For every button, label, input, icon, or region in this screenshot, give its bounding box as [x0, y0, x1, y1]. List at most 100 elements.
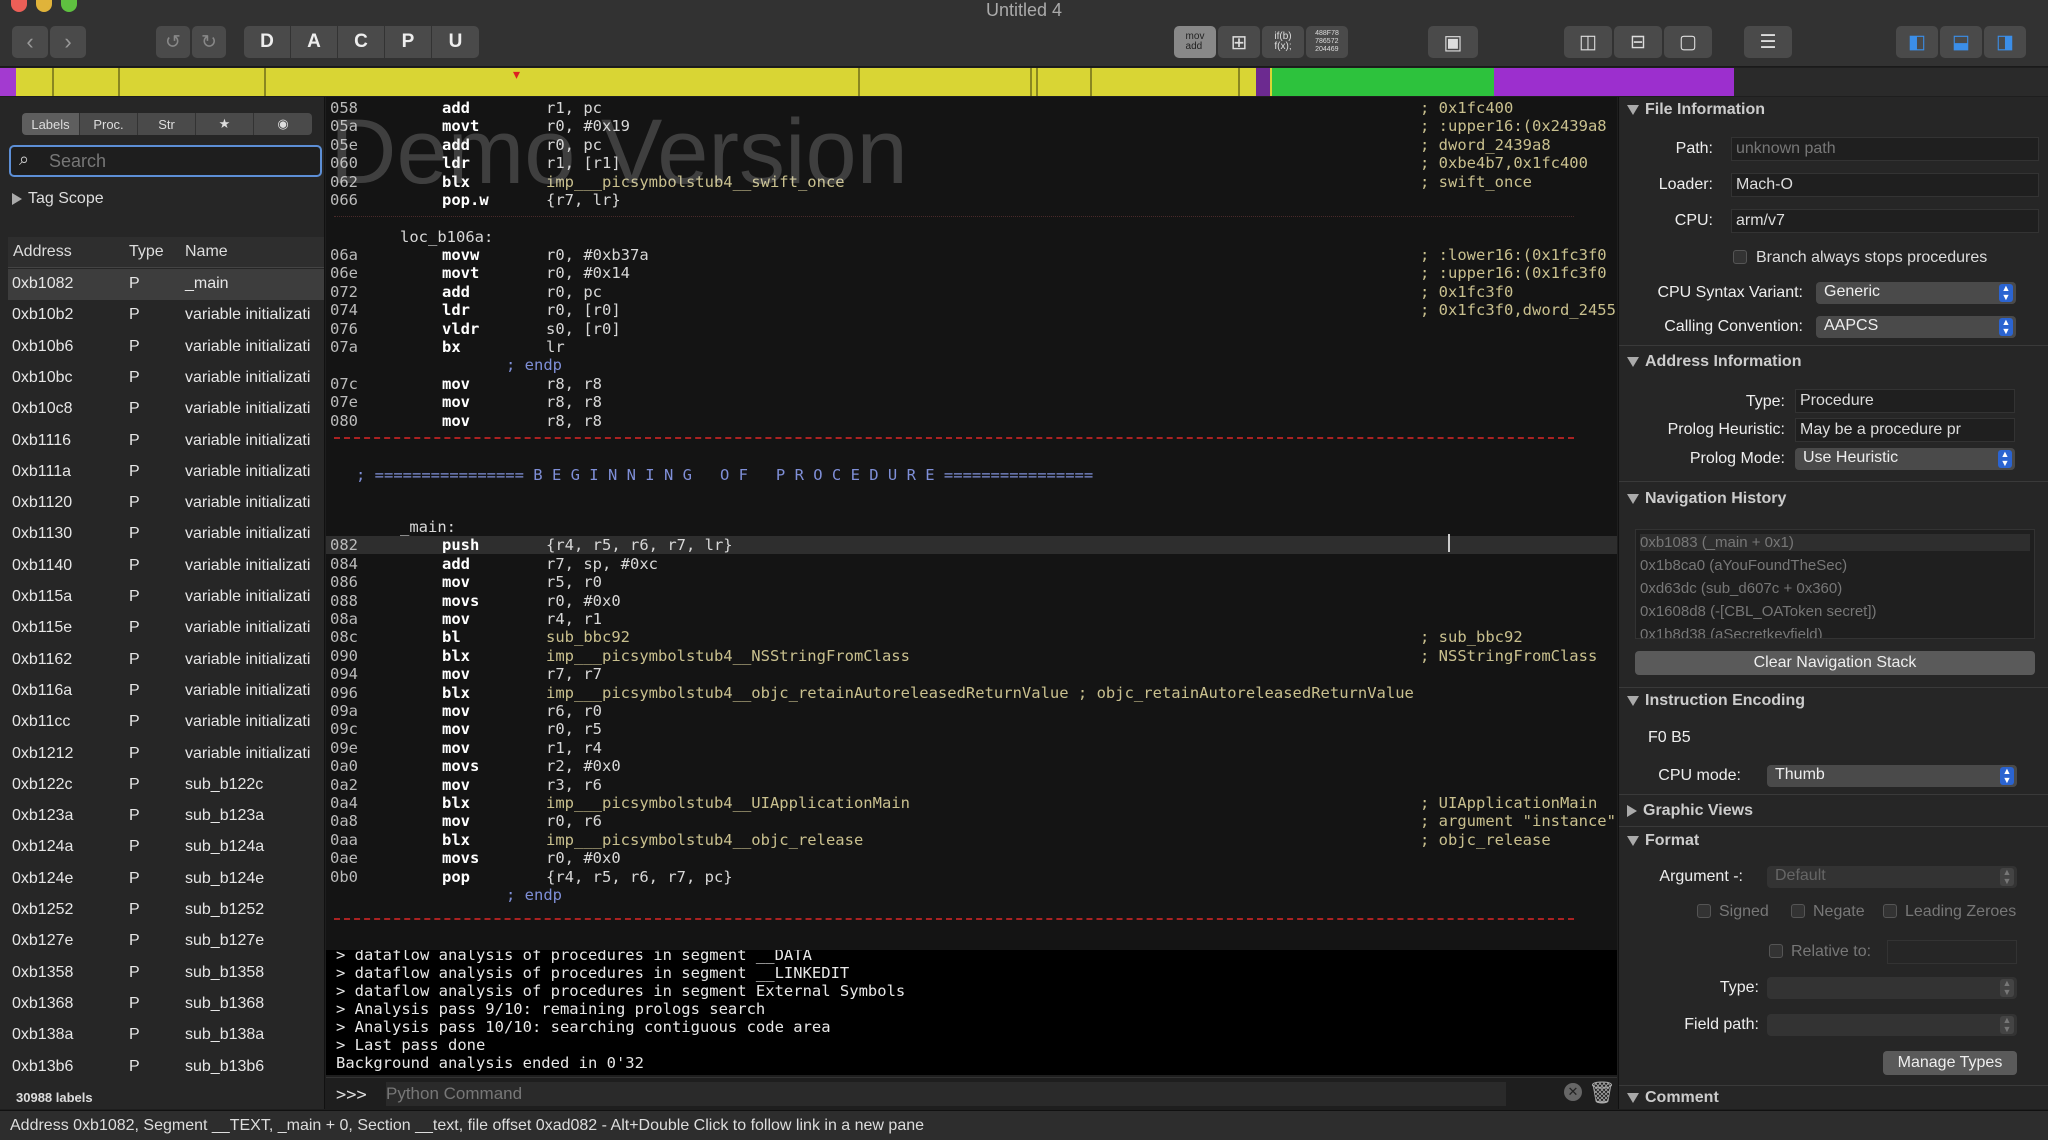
instruction-line[interactable]: 0aa blx imp___picsymbolstub4__objc_release… — [326, 831, 1617, 849]
instruction-line[interactable]: 084 add r7, sp, #0xc — [326, 555, 1617, 573]
loader-field[interactable]: Mach-O — [1731, 173, 2039, 197]
history-item[interactable]: 0x1b8d38 (aSecretkeyfield) — [1640, 626, 1823, 638]
label-row[interactable]: 0xb111a Pvariable initializati — [8, 457, 324, 488]
python-command-input[interactable] — [386, 1082, 1506, 1106]
label-row[interactable]: 0xb1140 Pvariable initializati — [8, 551, 324, 582]
disassembly-view[interactable]: 058 add r1, pc ; 0x1fc400 05a movt r0, #0x19 ; … — [326, 97, 1617, 950]
graphic-views-header[interactable]: Graphic Views — [1627, 802, 1753, 820]
instruction-line[interactable]: 09c mov r0, r5 — [326, 720, 1617, 738]
label-row[interactable]: 0xb122c Psub_b122c — [8, 770, 324, 801]
prolog-mode-select[interactable]: Use Heuristic ▲ ▼ — [1795, 448, 2015, 470]
column-name[interactable]: Name — [185, 243, 228, 261]
redo-button[interactable]: ↻ — [192, 26, 226, 58]
format-type-select[interactable]: ▲ ▼ — [1767, 977, 2017, 999]
history-item[interactable]: 0xb1083 (_main + 0x1) — [1640, 534, 2030, 551]
search-input[interactable] — [49, 150, 309, 172]
instruction-line[interactable]: 08c bl sub_bbc92 ; sub_bbc92 — [326, 628, 1617, 646]
clear-input-icon[interactable]: ✕ — [1564, 1083, 1582, 1101]
label-row[interactable]: 0xb1252 Psub_b1252 — [8, 895, 324, 926]
label-row[interactable]: 0xb1082 P _main — [8, 269, 324, 300]
instruction-line[interactable]: 05a movt r0, #0x19 ; :upper16:(0x2439a8 - 0… — [326, 117, 1617, 135]
instruction-line[interactable]: 0b0 pop {r4, r5, r6, r7, pc} — [326, 868, 1617, 886]
tab-procedures[interactable]: Proc. — [80, 113, 138, 135]
calling-convention-select[interactable]: AAPCS ▲ ▼ — [1816, 316, 2016, 338]
column-address[interactable]: Address — [13, 243, 72, 261]
instruction-line[interactable]: 062 blx imp___picsymbolstub4__swift_once ; … — [326, 173, 1617, 191]
relative-to-checkbox[interactable] — [1769, 944, 1783, 958]
type-ascii-button[interactable]: A — [291, 26, 338, 58]
file-information-header[interactable]: File Information — [1627, 101, 1765, 119]
assembly-view-button[interactable]: mov add — [1174, 26, 1216, 58]
field-path-select[interactable]: ▲ ▼ — [1767, 1014, 2017, 1036]
type-undefined-button[interactable]: U — [432, 26, 479, 58]
split-vertical-button[interactable]: ◫ — [1564, 26, 1612, 58]
instruction-line[interactable]: 096 blx imp___picsymbolstub4__objc_retainA… — [326, 684, 1617, 702]
hex-view-button[interactable]: 488F78 786572 204469 — [1306, 26, 1348, 58]
instruction-line[interactable]: 08a mov r4, r1 — [326, 610, 1617, 628]
tab-labels[interactable]: Labels — [22, 113, 80, 135]
instruction-line[interactable]: 09e mov r1, r4 — [326, 739, 1617, 757]
path-field[interactable]: unknown path — [1731, 137, 2039, 161]
pseudocode-view-button[interactable]: if(b) f(x); — [1262, 26, 1304, 58]
instruction-encoding-header[interactable]: Instruction Encoding — [1627, 692, 1805, 710]
instruction-line[interactable]: 0a0 movs r2, #0x0 — [326, 757, 1617, 775]
label-row[interactable]: 0xb124e Psub_b124e — [8, 864, 324, 895]
label-row[interactable]: 0xb11cc Pvariable initializati — [8, 707, 324, 738]
instruction-line[interactable]: 0a2 mov r3, r6 — [326, 776, 1617, 794]
inspector-toggle-button[interactable]: ☰ — [1744, 26, 1792, 58]
instruction-line[interactable]: 07c mov r8, r8 — [326, 375, 1617, 393]
instruction-line[interactable]: 05e add r0, pc ; dword_2439a8 — [326, 136, 1617, 154]
instruction-line[interactable]: 090 blx imp___picsymbolstub4__NSStringFrom… — [326, 647, 1617, 665]
manage-types-button[interactable]: Manage Types — [1883, 1051, 2017, 1075]
instruction-line[interactable]: 09a mov r6, r0 — [326, 702, 1617, 720]
tab-strings[interactable]: Str — [138, 113, 196, 135]
label-row[interactable]: 0xb138a Psub_b138a — [8, 1020, 324, 1051]
label-row[interactable]: 0xb10bc Pvariable initializati — [8, 363, 324, 394]
signed-checkbox[interactable] — [1697, 904, 1711, 918]
label-row[interactable]: 0xb123a Psub_b123a — [8, 801, 324, 832]
label-row[interactable]: 0xb1212 Pvariable initializati — [8, 739, 324, 770]
label-row[interactable]: 0xb1130 Pvariable initializati — [8, 519, 324, 550]
clear-navigation-stack-button[interactable]: Clear Navigation Stack — [1635, 651, 2035, 675]
instruction-line[interactable]: 074 ldr r0, [r0] ; 0x1fc3f0,dword_245568 — [326, 301, 1617, 319]
label-row[interactable]: 0xb1162 Pvariable initializati — [8, 645, 324, 676]
tag-scope-disclosure[interactable]: Tag Scope — [12, 190, 104, 208]
instruction-line[interactable]: 0a4 blx imp___picsymbolstub4__UIApplicatio… — [326, 794, 1617, 812]
label-row[interactable]: 0xb1120 Pvariable initializati — [8, 488, 324, 519]
negate-checkbox[interactable] — [1791, 904, 1805, 918]
instruction-line[interactable]: 0a8 mov r0, r6 ; argument "instance" for me… — [326, 812, 1617, 830]
single-pane-button[interactable]: ▢ — [1664, 26, 1712, 58]
label-row[interactable]: 0xb1358 Psub_b1358 — [8, 958, 324, 989]
type-procedure-button[interactable]: P — [385, 26, 432, 58]
cpu-field[interactable]: arm/v7 — [1731, 209, 2039, 233]
cpu-syntax-select[interactable]: Generic ▲ ▼ — [1816, 282, 2016, 304]
argument-select[interactable]: Default ▲ ▼ — [1767, 866, 2017, 888]
instruction-line[interactable]: 094 mov r7, r7 — [326, 665, 1617, 683]
tab-tags[interactable]: ◉ — [254, 113, 312, 135]
trash-icon[interactable]: 🗑 — [1588, 1080, 1616, 1106]
instruction-line[interactable]: 060 ldr r1, [r1] ; 0xbe4b7,0x1fc400 — [326, 154, 1617, 172]
history-item[interactable]: 0xd63dc (sub_d607c + 0x360) — [1640, 580, 1842, 597]
label-row[interactable]: 0xb115a Pvariable initializati — [8, 582, 324, 613]
label-row[interactable]: 0xb116a Pvariable initializati — [8, 676, 324, 707]
debugger-button[interactable]: ▣ — [1428, 26, 1478, 58]
history-item[interactable]: 0x1608d8 (-[CBL_OAToken secret]) — [1640, 603, 1877, 620]
type-data-button[interactable]: D — [244, 26, 291, 58]
type-field[interactable]: Procedure — [1795, 389, 2015, 413]
instruction-line[interactable]: 080 mov r8, r8 — [326, 412, 1617, 430]
label-row[interactable]: 0xb124a Psub_b124a — [8, 832, 324, 863]
comment-header[interactable]: Comment — [1627, 1089, 1719, 1107]
instruction-line[interactable]: 088 movs r0, #0x0 — [326, 592, 1617, 610]
endp-line[interactable]: ; endp — [326, 356, 1617, 374]
column-type[interactable]: Type — [129, 243, 164, 261]
undo-button[interactable]: ↺ — [156, 26, 190, 58]
instruction-line[interactable]: 086 mov r5, r0 — [326, 573, 1617, 591]
prolog-heuristic-field[interactable]: May be a procedure pr — [1795, 418, 2015, 442]
forward-button[interactable]: › — [50, 26, 86, 58]
cpu-mode-select[interactable]: Thumb ▲ ▼ — [1767, 765, 2017, 787]
cfg-view-button[interactable]: ⊞ — [1218, 26, 1260, 58]
history-item[interactable]: 0x1b8ca0 (aYouFoundTheSec) — [1640, 557, 1847, 574]
toggle-bottom-pane-button[interactable]: ⬓ — [1940, 26, 1982, 58]
toggle-right-pane-button[interactable]: ◨ — [1984, 26, 2026, 58]
instruction-line[interactable]: 082 push {r4, r5, r6, r7, lr} — [326, 536, 1617, 555]
